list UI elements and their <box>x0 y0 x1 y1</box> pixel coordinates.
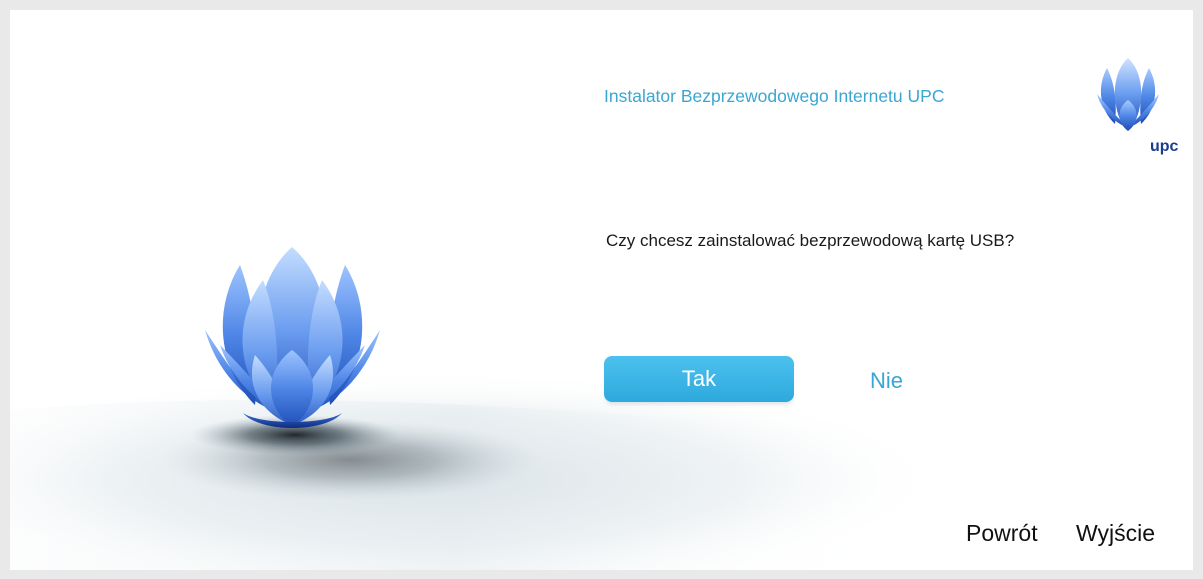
yes-button[interactable]: Tak <box>604 356 794 402</box>
upc-lotus-logo-icon <box>205 247 380 428</box>
brand-text: upc <box>1150 138 1179 155</box>
install-question: Czy chcesz zainstalować bezprzewodową ka… <box>606 231 1015 250</box>
exit-link[interactable]: Wyjście <box>1076 520 1155 547</box>
installer-window: Instalator Bezprzewodowego Internetu UPC <box>10 10 1193 570</box>
no-button[interactable]: Nie <box>870 368 903 394</box>
installer-title: Instalator Bezprzewodowego Internetu UPC <box>604 86 945 106</box>
back-link[interactable]: Powrót <box>966 520 1038 547</box>
upc-brand-logo-icon <box>1097 58 1159 131</box>
upc-brand-logo: upc <box>1093 54 1183 164</box>
